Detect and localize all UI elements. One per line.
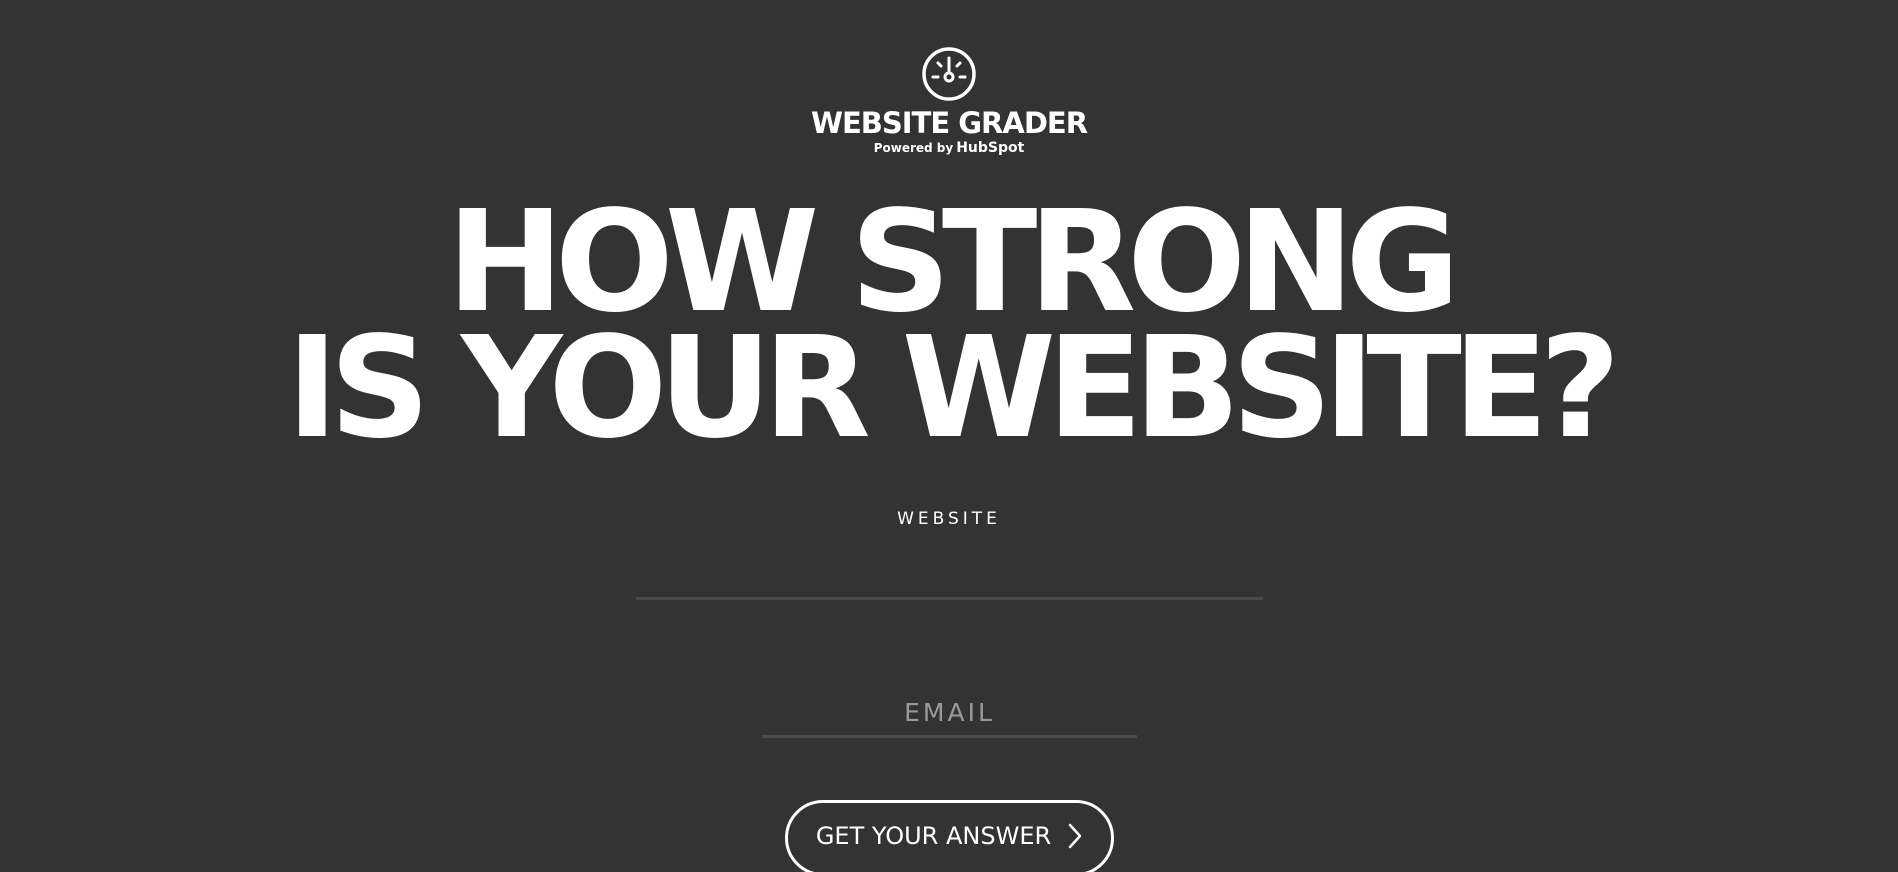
chevron-right-icon [1068,823,1082,849]
hubspot-brand: HubSpot [956,140,1025,156]
page-headline: HOW STRONG IS YOUR WEBSITE? [0,193,1898,470]
email-input[interactable] [762,690,1137,738]
website-grader-logo[interactable]: WEBSITE GRADER Powered by HubSpot [0,46,1898,155]
speedometer-icon [922,47,976,101]
powered-by-text: Powered by HubSpot [0,141,1898,155]
website-field-label: WEBSITE [897,509,1001,529]
headline-line-2: IS YOUR WEBSITE? [286,307,1620,470]
logo-title: WEBSITE GRADER [810,106,1088,140]
website-input[interactable] [636,540,1263,600]
page: WEBSITE GRADER Powered by HubSpot HOW STR… [0,0,1898,872]
submit-button-label: GET YOUR ANSWER [815,822,1052,850]
get-your-answer-button[interactable]: GET YOUR ANSWER [785,800,1114,872]
powered-by-label: Powered by [873,141,954,155]
